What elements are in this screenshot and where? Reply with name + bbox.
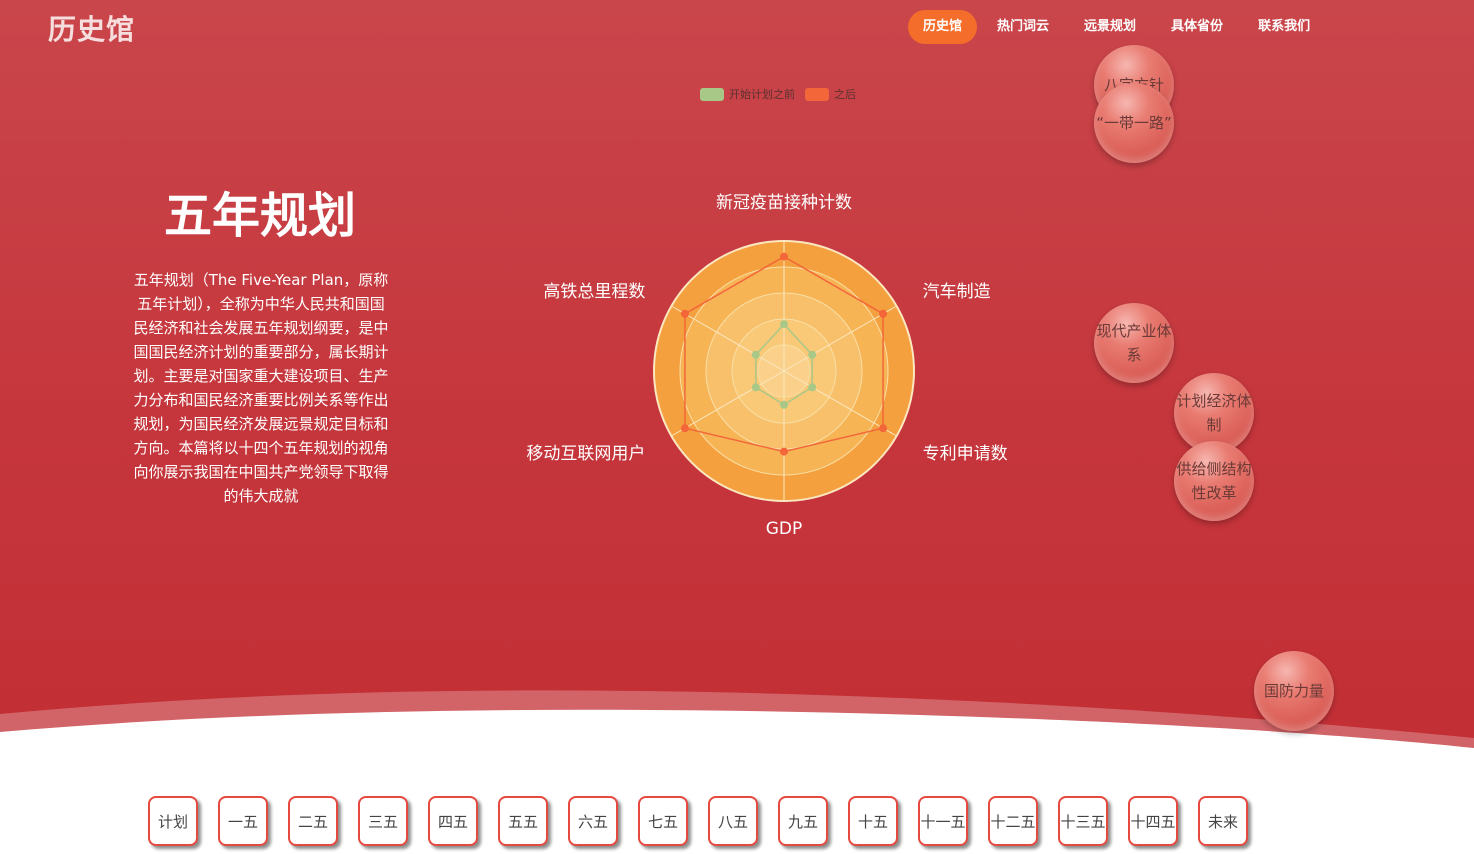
radar-chart: 新冠疫苗接种计数汽车制造专利申请数 GDP 移动互联网用户 高铁总里程数 <box>526 193 1008 539</box>
bubble-belt-road[interactable]: “一带一路” <box>1094 83 1174 163</box>
legend-label-after[interactable]: 之后 <box>834 86 856 102</box>
radar-point[interactable] <box>808 350 817 359</box>
radar-indicator-label: 移动互联网用户 <box>526 444 645 464</box>
legend-swatch-after[interactable] <box>805 87 829 101</box>
radar-point[interactable] <box>751 350 760 359</box>
timeline-button[interactable]: 十二五 <box>988 796 1038 846</box>
bubble-national-defense[interactable]: 国防力量 <box>1254 651 1334 731</box>
radar-point[interactable] <box>780 400 788 409</box>
nav-contact[interactable]: 联系我们 <box>1243 10 1325 44</box>
timeline-button[interactable]: 八五 <box>708 796 758 846</box>
radar-point[interactable] <box>879 424 888 433</box>
radar-indicator-label: GDP <box>766 519 803 539</box>
timeline-button[interactable]: 未来 <box>1198 796 1248 846</box>
legend-swatch-before[interactable] <box>700 87 724 101</box>
radar-point[interactable] <box>751 383 760 392</box>
nav-provinces[interactable]: 具体省份 <box>1156 10 1238 44</box>
radar-point[interactable] <box>780 320 788 329</box>
radar-point[interactable] <box>780 252 788 261</box>
timeline-button[interactable]: 二五 <box>288 796 338 846</box>
nav-word-cloud[interactable]: 热门词云 <box>982 10 1064 44</box>
radar-indicator-label: 新冠疫苗接种计数 <box>716 193 852 213</box>
timeline-button[interactable]: 一五 <box>218 796 268 846</box>
timeline-button[interactable]: 七五 <box>638 796 688 846</box>
timeline-button[interactable]: 十三五 <box>1058 796 1108 846</box>
radar-point[interactable] <box>680 424 689 433</box>
timeline-button[interactable]: 十一五 <box>918 796 968 846</box>
bubble-modern-industry[interactable]: 现代产业体系 <box>1094 303 1174 383</box>
timeline-button[interactable]: 六五 <box>568 796 618 846</box>
radar-point[interactable] <box>780 447 788 456</box>
radar-point[interactable] <box>808 383 817 392</box>
radar-point[interactable] <box>680 309 689 318</box>
radar-indicator-label: 专利申请数 <box>923 444 1008 464</box>
page-title: 五年规划 <box>163 188 356 244</box>
timeline-button[interactable]: 三五 <box>358 796 408 846</box>
wave-divider <box>0 690 1474 760</box>
chart-legend: 开始计划之前 之后 <box>700 86 866 102</box>
radar-point[interactable] <box>879 309 888 318</box>
timeline-button[interactable]: 五五 <box>498 796 548 846</box>
site-logo[interactable]: 历史馆 <box>48 8 135 48</box>
radar-indicator-label: 汽车制造 <box>923 282 991 302</box>
timeline-button[interactable]: 十四五 <box>1128 796 1178 846</box>
timeline-button[interactable]: 计划 <box>148 796 198 846</box>
intro-text: 五年规划（The Five-Year Plan，原称五年计划），全称为中华人民共… <box>133 271 389 505</box>
main-nav: 历史馆 热门词云 远景规划 具体省份 联系我们 <box>908 10 1330 44</box>
nav-history[interactable]: 历史馆 <box>908 10 978 44</box>
legend-label-before[interactable]: 开始计划之前 <box>729 86 795 102</box>
timeline-button[interactable]: 四五 <box>428 796 478 846</box>
timeline-button[interactable]: 十五 <box>848 796 898 846</box>
nav-vision-plan[interactable]: 远景规划 <box>1069 10 1151 44</box>
timeline-button[interactable]: 九五 <box>778 796 828 846</box>
radar-indicator-label: 高铁总里程数 <box>543 282 645 302</box>
bubble-supply-side-reform[interactable]: 供给侧结构性改革 <box>1174 441 1254 521</box>
